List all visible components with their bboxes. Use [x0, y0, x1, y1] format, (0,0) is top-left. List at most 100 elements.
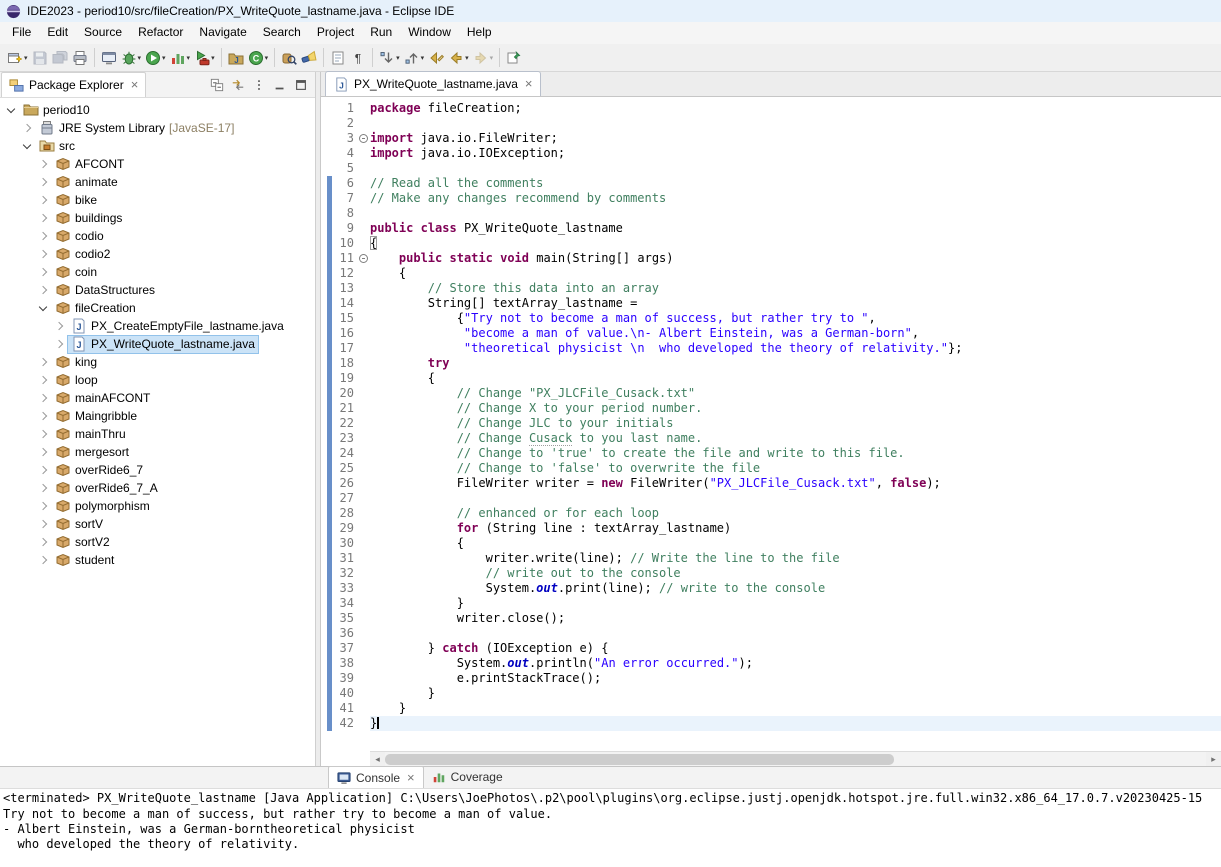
- tree-item[interactable]: period10: [0, 101, 315, 119]
- tree-item[interactable]: buildings: [0, 209, 315, 227]
- expand-chevron-icon[interactable]: [39, 394, 47, 402]
- expand-chevron-icon[interactable]: [39, 268, 47, 276]
- collapse-all-button[interactable]: [208, 76, 226, 93]
- dropdown-arrow-icon[interactable]: ▾: [265, 54, 269, 62]
- view-menu-button[interactable]: [250, 76, 268, 93]
- code-line[interactable]: 11 public static void main(String[] args…: [321, 251, 1221, 266]
- menu-help[interactable]: Help: [459, 22, 500, 44]
- expand-chevron-icon[interactable]: [39, 484, 47, 492]
- tab-editor-file[interactable]: J PX_WriteQuote_lastname.java ×: [325, 71, 541, 96]
- expand-chevron-icon[interactable]: [39, 286, 47, 294]
- expand-chevron-icon[interactable]: [39, 556, 47, 564]
- print-button[interactable]: [70, 46, 90, 69]
- code-line[interactable]: 16 "become a man of value.\n- Albert Ein…: [321, 326, 1221, 341]
- dropdown-arrow-icon[interactable]: ▾: [490, 54, 494, 62]
- open-type-button[interactable]: [279, 46, 299, 69]
- code-line[interactable]: 15 {"Try not to become a man of success,…: [321, 311, 1221, 326]
- coverage-button[interactable]: ▾: [168, 46, 193, 69]
- tree-item[interactable]: codio2: [0, 245, 315, 263]
- close-icon[interactable]: ×: [131, 80, 139, 90]
- code-line[interactable]: 26 FileWriter writer = new FileWriter("P…: [321, 476, 1221, 491]
- new-java-project-button[interactable]: J: [226, 46, 246, 69]
- code-line[interactable]: 8: [321, 206, 1221, 221]
- code-line[interactable]: 12 {: [321, 266, 1221, 281]
- code-line[interactable]: 30 {: [321, 536, 1221, 551]
- tree-item[interactable]: DataStructures: [0, 281, 315, 299]
- debug-button[interactable]: ▾: [119, 46, 144, 69]
- tree-item[interactable]: bike: [0, 191, 315, 209]
- menu-run[interactable]: Run: [362, 22, 400, 44]
- tree-item[interactable]: mergesort: [0, 443, 315, 461]
- tree-item[interactable]: animate: [0, 173, 315, 191]
- back-button[interactable]: ▾: [446, 46, 471, 69]
- code-line[interactable]: 17 "theoretical physicist \n who develop…: [321, 341, 1221, 356]
- code-line[interactable]: 33 System.out.print(line); // write to t…: [321, 581, 1221, 596]
- menu-edit[interactable]: Edit: [39, 22, 76, 44]
- next-annotation-button[interactable]: ▾: [377, 46, 402, 69]
- tab-console[interactable]: Console×: [328, 766, 424, 788]
- code-line[interactable]: 21 // Change X to your period number.: [321, 401, 1221, 416]
- code-line[interactable]: 23 // Change Cusack to you last name.: [321, 431, 1221, 446]
- code-line[interactable]: 38 System.out.println("An error occurred…: [321, 656, 1221, 671]
- expand-chevron-icon[interactable]: [55, 322, 63, 330]
- menu-project[interactable]: Project: [309, 22, 362, 44]
- save-all-button[interactable]: [50, 46, 70, 69]
- run-button[interactable]: ▾: [143, 46, 168, 69]
- tree-item[interactable]: sortV2: [0, 533, 315, 551]
- show-whitespace-button[interactable]: ¶: [348, 46, 368, 69]
- code-line[interactable]: 6// Read all the comments: [321, 176, 1221, 191]
- code-editor[interactable]: 1package fileCreation;23import java.io.F…: [321, 97, 1221, 751]
- code-line[interactable]: 5: [321, 161, 1221, 176]
- menu-refactor[interactable]: Refactor: [130, 22, 191, 44]
- code-line[interactable]: 42}: [321, 716, 1221, 731]
- close-icon[interactable]: ×: [525, 79, 533, 89]
- dropdown-arrow-icon[interactable]: ▾: [24, 54, 28, 62]
- collapse-chevron-icon[interactable]: [7, 104, 15, 112]
- forward-button[interactable]: ▾: [471, 46, 496, 69]
- code-line[interactable]: 22 // Change JLC to your initials: [321, 416, 1221, 431]
- editor-horizontal-scrollbar[interactable]: ◂ ▸: [370, 751, 1221, 766]
- code-line[interactable]: 3import java.io.FileWriter;: [321, 131, 1221, 146]
- expand-chevron-icon[interactable]: [55, 340, 63, 348]
- menu-search[interactable]: Search: [255, 22, 309, 44]
- expand-chevron-icon[interactable]: [39, 520, 47, 528]
- dropdown-arrow-icon[interactable]: ▾: [138, 54, 142, 62]
- fold-collapse-icon[interactable]: [359, 254, 368, 263]
- link-editor-button[interactable]: [229, 76, 247, 93]
- code-line[interactable]: 36: [321, 626, 1221, 641]
- code-line[interactable]: 9public class PX_WriteQuote_lastname: [321, 221, 1221, 236]
- tree-item[interactable]: loop: [0, 371, 315, 389]
- minimize-button[interactable]: [271, 76, 289, 93]
- code-line[interactable]: 41 }: [321, 701, 1221, 716]
- code-line[interactable]: 1package fileCreation;: [321, 101, 1221, 116]
- tree-item[interactable]: Maingribble: [0, 407, 315, 425]
- code-line[interactable]: 35 writer.close();: [321, 611, 1221, 626]
- open-console-button[interactable]: [99, 46, 119, 69]
- collapse-chevron-icon[interactable]: [23, 140, 31, 148]
- scrollbar-thumb[interactable]: [385, 754, 894, 765]
- expand-chevron-icon[interactable]: [39, 214, 47, 222]
- tree-item[interactable]: JPX_CreateEmptyFile_lastname.java: [0, 317, 315, 335]
- scroll-left-icon[interactable]: ◂: [370, 752, 385, 767]
- pin-editor-button[interactable]: [504, 46, 524, 69]
- expand-chevron-icon[interactable]: [39, 538, 47, 546]
- tree-item[interactable]: polymorphism: [0, 497, 315, 515]
- code-line[interactable]: 27: [321, 491, 1221, 506]
- dropdown-arrow-icon[interactable]: ▾: [187, 54, 191, 62]
- expand-chevron-icon[interactable]: [23, 124, 31, 132]
- code-line[interactable]: 19 {: [321, 371, 1221, 386]
- menu-file[interactable]: File: [4, 22, 39, 44]
- tree-item[interactable]: student: [0, 551, 315, 569]
- dropdown-arrow-icon[interactable]: ▾: [465, 54, 469, 62]
- dropdown-arrow-icon[interactable]: ▾: [396, 54, 400, 62]
- tree-item[interactable]: AFCONT: [0, 155, 315, 173]
- code-line[interactable]: 40 }: [321, 686, 1221, 701]
- code-line[interactable]: 10{: [321, 236, 1221, 251]
- search-button[interactable]: [299, 46, 319, 69]
- new-class-button[interactable]: C▾: [246, 46, 271, 69]
- maximize-button[interactable]: [292, 76, 310, 93]
- code-line[interactable]: 7// Make any changes recommend by commen…: [321, 191, 1221, 206]
- open-task-button[interactable]: [328, 46, 348, 69]
- code-line[interactable]: 28 // enhanced or for each loop: [321, 506, 1221, 521]
- tree-item[interactable]: king: [0, 353, 315, 371]
